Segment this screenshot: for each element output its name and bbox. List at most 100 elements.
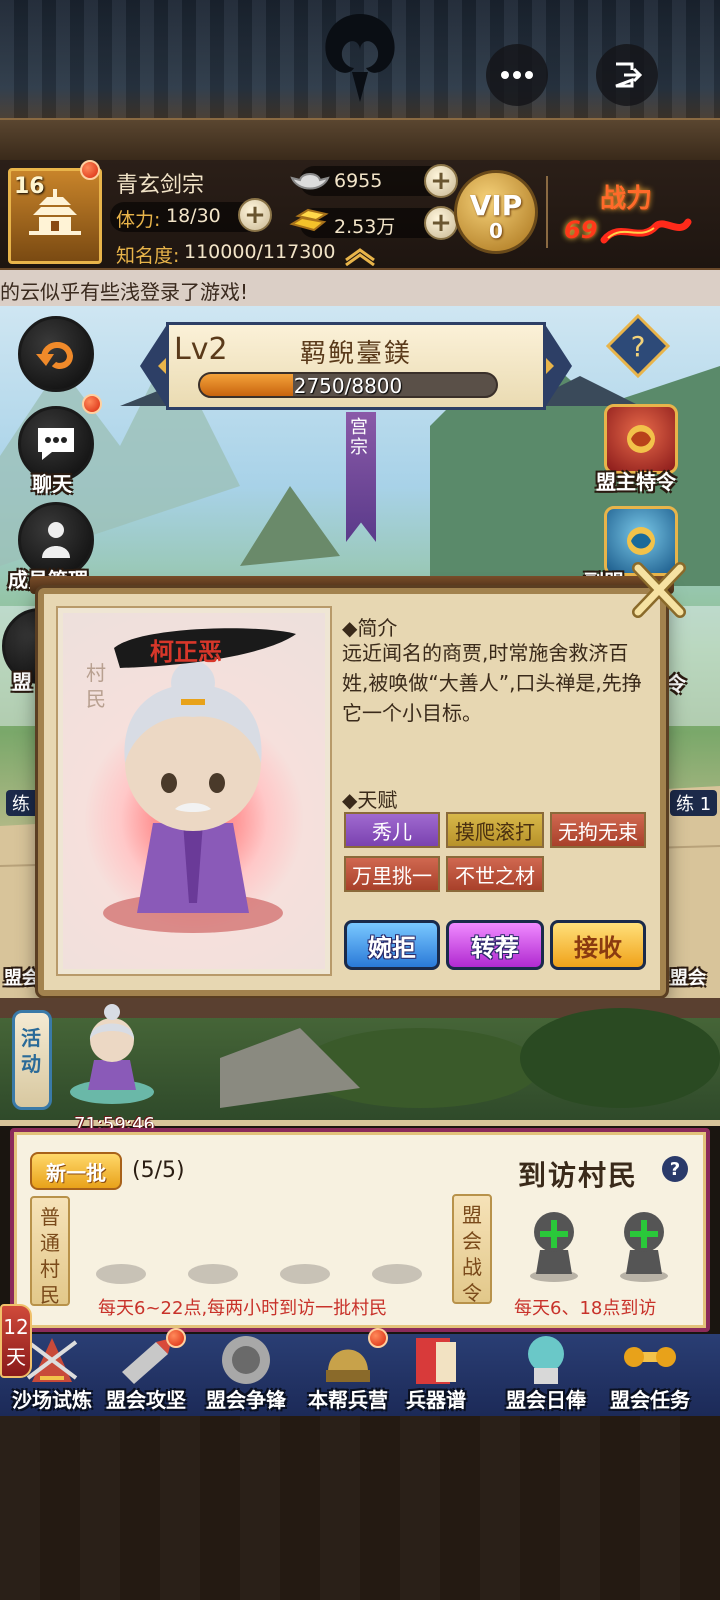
- stamina-value: 18/30: [166, 205, 221, 227]
- contest-icon: [222, 1336, 270, 1384]
- vip-label: VIP: [469, 189, 523, 222]
- fame-value: 110000/117300: [184, 241, 336, 263]
- guild-exp-text: 2750/8800: [293, 374, 403, 398]
- add-silver-button[interactable]: +: [424, 164, 458, 198]
- add-stamina-button[interactable]: +: [238, 198, 272, 232]
- war-order-label: 盟会战令: [452, 1194, 492, 1305]
- recommend-button[interactable]: 转荐: [446, 920, 544, 970]
- talent-tag[interactable]: 万里挑一: [344, 856, 440, 892]
- nav-contest[interactable]: 盟会争锋: [194, 1328, 298, 1418]
- right-order-label: 令: [666, 672, 686, 696]
- nav-weapon-book[interactable]: 兵器谱: [384, 1328, 488, 1418]
- chat-label: 聊天: [32, 472, 72, 496]
- leader-order-chest[interactable]: [604, 404, 678, 474]
- close-x-icon[interactable]: [626, 558, 690, 622]
- help-diamond-icon[interactable]: ?: [606, 314, 670, 378]
- visitor-slot[interactable]: [280, 1264, 330, 1284]
- marquee-text: 的云似乎有些浅登录了游戏!: [0, 280, 249, 304]
- right-meeting-label: 盟会: [670, 968, 706, 989]
- footer-background: [0, 1416, 720, 1600]
- plus-icon: +: [244, 200, 266, 230]
- leader-order-label: 盟主特令: [596, 470, 676, 494]
- league-label: 盟: [12, 670, 32, 694]
- accept-button[interactable]: 接收: [550, 920, 646, 970]
- normal-visit-note: 每天6~22点,每两小时到访一批村民: [98, 1298, 388, 1319]
- divider: [546, 176, 548, 248]
- talent-tag[interactable]: 摸爬滚打: [446, 812, 544, 848]
- vip-level: 0: [489, 219, 503, 243]
- war-visit-note: 每天6、18点到访: [514, 1298, 657, 1319]
- reject-button[interactable]: 婉拒: [344, 920, 440, 970]
- back-button[interactable]: [18, 316, 94, 392]
- batch-count: (5/5): [132, 1158, 185, 1183]
- nav-label: 兵器谱: [406, 1388, 466, 1412]
- visitor-npc-icon[interactable]: [64, 1000, 160, 1110]
- new-batch-button[interactable]: 新一批: [30, 1152, 122, 1190]
- visitor-title: 到访村民: [518, 1159, 639, 1192]
- avatar-notification-dot: [80, 160, 100, 180]
- chat-notification-dot: [82, 394, 102, 414]
- power-label: 战力: [600, 184, 653, 214]
- svg-text:?: ?: [631, 330, 646, 363]
- locked-visitor-slot[interactable]: [614, 1204, 674, 1284]
- right-train-tag[interactable]: 练 1: [670, 790, 718, 816]
- left-meeting-label: 盟会: [4, 968, 40, 989]
- days-badge[interactable]: 12天: [0, 1304, 32, 1378]
- members-icon: [42, 522, 70, 558]
- chat-bubble-icon: [38, 428, 74, 460]
- npc-type-badge: 村民: [86, 661, 106, 711]
- guild-level: Lv2: [174, 332, 228, 367]
- intro-title: ◆简介: [342, 616, 398, 640]
- exit-button[interactable]: [596, 44, 658, 106]
- guild-name: 羁鲵臺鎂: [300, 339, 413, 369]
- weapon-book-icon: [416, 1338, 456, 1384]
- right-train-label: 练: [676, 794, 694, 815]
- roof-ornament-icon: [325, 14, 395, 102]
- emblem-icon: [627, 527, 655, 555]
- vip-badge[interactable]: VIP 0: [454, 170, 538, 254]
- back-arrow-icon: [36, 342, 74, 369]
- talent-tag[interactable]: 秀儿: [344, 812, 440, 848]
- npc-name: 柯正恶: [150, 638, 222, 666]
- expand-chevron-icon[interactable]: [344, 248, 376, 266]
- task-icon: [624, 1347, 676, 1367]
- activity-label: 活动: [21, 1026, 41, 1076]
- nav-label: 盟会日俸: [506, 1388, 586, 1412]
- sect-ribbon-text: 宫宗: [350, 417, 368, 458]
- more-dots-icon: [501, 71, 533, 79]
- player-level: 16: [14, 174, 45, 199]
- silver-ingot-icon: [290, 173, 330, 190]
- sect-name: 青玄剑宗: [116, 173, 205, 198]
- locked-visitor-slot[interactable]: [524, 1204, 584, 1284]
- plus-icon: +: [430, 166, 452, 196]
- power-digits-icon: [600, 218, 692, 244]
- stamina-label: 体力:: [116, 209, 161, 231]
- fame-label: 知名度:: [116, 245, 180, 267]
- left-train-label: 练: [12, 794, 30, 815]
- help-icon[interactable]: ?: [662, 1156, 688, 1182]
- silver-amount: 6955: [334, 170, 383, 192]
- daily-salary-icon: [528, 1336, 564, 1384]
- nav-label: 盟会争锋: [206, 1388, 286, 1412]
- nav-task[interactable]: 盟会任务: [598, 1328, 702, 1418]
- normal-villager-label: 普通村民: [30, 1196, 70, 1307]
- nav-label: 沙场试炼: [12, 1388, 92, 1412]
- sect-ribbon: 宫宗: [346, 412, 376, 542]
- siege-notification-dot: [166, 1328, 186, 1348]
- activity-tag[interactable]: 活动: [12, 1010, 52, 1110]
- right-train-num: 1: [699, 794, 712, 815]
- talent-tag[interactable]: 不世之材: [446, 856, 544, 892]
- more-button[interactable]: [486, 44, 548, 106]
- nav-label: 盟会任务: [610, 1388, 690, 1412]
- gold-amount: 2.53万: [334, 216, 396, 238]
- visitor-slot[interactable]: [96, 1264, 146, 1284]
- broadcast-marquee: 的云似乎有些浅登录了游戏!: [0, 270, 720, 306]
- dragon-emblem-icon: [627, 425, 655, 453]
- plus-icon: +: [430, 208, 452, 238]
- talent-tag[interactable]: 无拘无束: [550, 812, 646, 848]
- visitor-slot[interactable]: [188, 1264, 238, 1284]
- visitor-slot[interactable]: [372, 1264, 422, 1284]
- nav-daily-salary[interactable]: 盟会日俸: [494, 1328, 598, 1418]
- power-value: 69: [564, 216, 598, 244]
- add-gold-button[interactable]: +: [424, 206, 458, 240]
